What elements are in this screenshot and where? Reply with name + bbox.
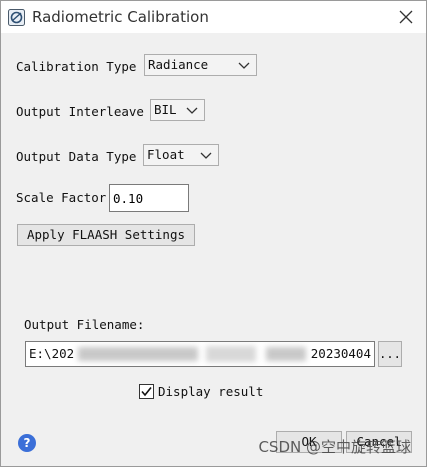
redacted-path (266, 347, 306, 361)
radiometric-calibration-dialog: Radiometric Calibration Calibration Type… (0, 0, 427, 467)
redacted-path (206, 346, 256, 362)
calibration-type-value: Radiance (148, 57, 209, 72)
app-icon (8, 9, 25, 26)
chevron-down-icon (200, 152, 212, 159)
scale-factor-label: Scale Factor (16, 190, 107, 205)
close-button[interactable] (394, 5, 418, 29)
calibration-type-select[interactable]: Radiance (144, 54, 257, 76)
scale-factor-input[interactable] (109, 184, 189, 212)
chevron-down-icon (186, 107, 198, 114)
display-result-checkbox[interactable] (139, 384, 154, 399)
output-interleave-select[interactable]: BIL (150, 99, 205, 121)
output-filename-label: Output Filename: (24, 317, 145, 332)
calibration-type-label: Calibration Type (16, 59, 137, 74)
output-filename-input[interactable]: E:\202 20230404 (25, 341, 375, 367)
title-bar: Radiometric Calibration (1, 1, 426, 33)
apply-flaash-settings-button[interactable]: Apply FLAASH Settings (17, 224, 195, 246)
output-filename-end: 20230404 (310, 342, 371, 366)
close-icon (399, 10, 413, 24)
window-title: Radiometric Calibration (32, 8, 209, 26)
browse-button[interactable]: ... (378, 341, 402, 367)
output-filename-start: E:\202 (29, 346, 75, 361)
output-interleave-value: BIL (154, 102, 177, 117)
output-interleave-label: Output Interleave (16, 104, 144, 119)
checkmark-icon (141, 387, 152, 397)
display-result-label: Display result (158, 384, 264, 399)
output-data-type-value: Float (147, 147, 185, 162)
output-data-type-select[interactable]: Float (143, 144, 219, 166)
watermark: CSDN @空中旋转篮球 (258, 438, 411, 456)
redacted-path (78, 347, 198, 361)
help-icon[interactable]: ? (18, 434, 36, 452)
output-data-type-label: Output Data Type (16, 149, 137, 164)
chevron-down-icon (238, 62, 250, 69)
